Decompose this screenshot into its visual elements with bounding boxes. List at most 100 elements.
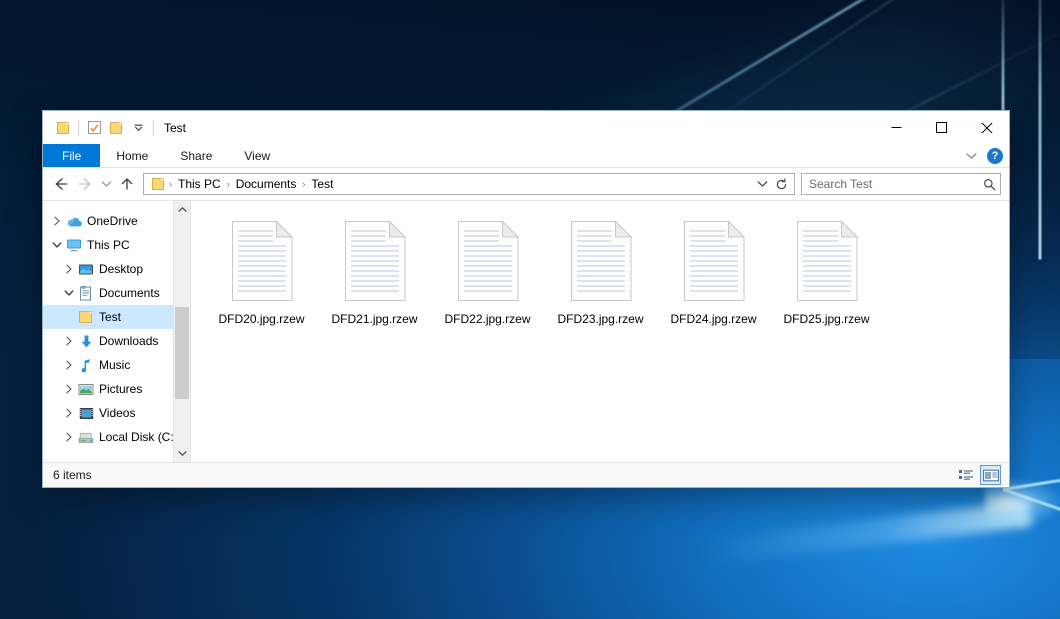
sidebar-item-label: Test [95, 310, 121, 324]
file-name: DFD22.jpg.rzew [444, 312, 530, 326]
chevron-right-icon[interactable] [61, 353, 77, 377]
desktop-icon [77, 257, 95, 281]
this-pc-monitor-icon [65, 233, 83, 257]
chevron-right-icon[interactable] [61, 377, 77, 401]
breadcrumb-item-this-pc[interactable]: This PC [173, 177, 226, 191]
window-title: Test [164, 122, 186, 134]
quick-access-toolbar: Test [43, 111, 186, 144]
sidebar-item-label: Documents [95, 286, 160, 300]
downloads-arrow-icon [77, 329, 95, 353]
chevron-right-icon[interactable] [49, 209, 65, 233]
sidebar-item-videos[interactable]: Videos [43, 401, 190, 425]
address-bar[interactable]: › This PC › Documents › Test [143, 173, 795, 195]
list-item[interactable]: DFD23.jpg.rzew [544, 215, 657, 326]
file-list-area[interactable]: DFD20.jpg.rzew [191, 201, 1009, 462]
generic-document-icon [567, 219, 635, 303]
breadcrumb-item-test[interactable]: Test [306, 177, 338, 191]
status-bar: 6 items [43, 462, 1009, 487]
generic-document-icon [793, 219, 861, 303]
tab-share[interactable]: Share [164, 144, 228, 167]
sidebar-item-music[interactable]: Music [43, 353, 190, 377]
search-placeholder: Search Test [809, 177, 979, 191]
chevron-down-icon[interactable] [61, 281, 77, 305]
sidebar-item-label: Music [95, 358, 130, 372]
tab-home[interactable]: Home [100, 144, 164, 167]
sidebar-item-label: Pictures [95, 382, 142, 396]
sidebar-item-test[interactable]: Test [43, 305, 190, 329]
folder-icon [77, 305, 95, 329]
list-item[interactable]: DFD25.jpg.rzew [770, 215, 883, 326]
expand-ribbon-chevron-icon[interactable] [966, 149, 977, 163]
details-view-button[interactable] [955, 465, 976, 485]
ribbon-tab-bar: File Home Share View ? [43, 144, 1009, 168]
generic-document-icon [454, 219, 522, 303]
search-input[interactable]: Search Test [801, 173, 1001, 195]
recent-locations-chevron-icon[interactable] [97, 171, 115, 197]
sidebar-item-label: Desktop [95, 262, 143, 276]
minimize-button[interactable] [874, 111, 919, 144]
close-button[interactable] [964, 111, 1009, 144]
sidebar-item-label: Downloads [95, 334, 158, 348]
file-name: DFD23.jpg.rzew [557, 312, 643, 326]
help-button[interactable]: ? [987, 148, 1003, 164]
back-button[interactable] [49, 171, 73, 197]
toolbar-separator [78, 121, 79, 135]
maximize-button[interactable] [919, 111, 964, 144]
sidebar-item-local-disk-c[interactable]: Local Disk (C:) [43, 425, 190, 449]
search-icon[interactable] [983, 178, 996, 191]
sidebar-item-onedrive[interactable]: OneDrive [43, 209, 190, 233]
refresh-icon[interactable] [773, 174, 790, 194]
generic-document-icon [341, 219, 409, 303]
customize-chevron-icon[interactable] [127, 117, 149, 139]
list-item[interactable]: DFD24.jpg.rzew [657, 215, 770, 326]
navigation-pane-scrollbar[interactable] [173, 201, 190, 462]
sidebar-item-label: OneDrive [83, 214, 138, 228]
breadcrumb: › This PC › Documents › Test [148, 177, 754, 191]
properties-icon[interactable] [83, 117, 105, 139]
large-icons-view-button[interactable] [980, 465, 1001, 485]
file-name: DFD25.jpg.rzew [783, 312, 869, 326]
file-explorer-window: Test File Home Share View ? [42, 110, 1010, 488]
breadcrumb-item-documents[interactable]: Documents [231, 177, 302, 191]
chevron-right-icon[interactable] [61, 401, 77, 425]
scroll-up-icon[interactable] [174, 201, 190, 218]
videos-filmstrip-icon [77, 401, 95, 425]
chevron-right-icon[interactable] [61, 329, 77, 353]
documents-icon [77, 281, 95, 305]
list-item[interactable]: DFD21.jpg.rzew [318, 215, 431, 326]
scroll-down-icon[interactable] [174, 445, 190, 462]
window-controls [874, 111, 1009, 144]
file-name: DFD20.jpg.rzew [218, 312, 304, 326]
scrollbar-thumb[interactable] [175, 307, 189, 399]
sidebar-item-this-pc[interactable]: This PC [43, 233, 190, 257]
previous-locations-chevron-icon[interactable] [754, 174, 771, 194]
onedrive-cloud-icon [65, 209, 83, 233]
tab-view[interactable]: View [228, 144, 286, 167]
title-bar[interactable]: Test [43, 111, 1009, 144]
breadcrumb-folder-icon [148, 177, 168, 191]
sidebar-item-desktop[interactable]: Desktop [43, 257, 190, 281]
toolbar-separator [153, 121, 154, 135]
list-item[interactable]: DFD20.jpg.rzew [205, 215, 318, 326]
up-button[interactable] [115, 171, 139, 197]
chevron-down-icon[interactable] [49, 233, 65, 257]
address-bar-buttons [754, 174, 792, 194]
new-folder-icon[interactable] [105, 117, 127, 139]
sidebar-item-label: Local Disk (C:) [95, 430, 178, 444]
list-item[interactable]: DFD22.jpg.rzew [431, 215, 544, 326]
sidebar-item-label: Videos [95, 406, 135, 420]
sidebar-item-documents[interactable]: Documents [43, 281, 190, 305]
chevron-right-icon[interactable] [61, 257, 77, 281]
item-count-label: 6 items [53, 468, 92, 482]
navigation-pane: OneDrive This PC [43, 201, 191, 462]
window-body: OneDrive This PC [43, 200, 1009, 462]
chevron-right-icon[interactable] [61, 425, 77, 449]
file-name: DFD24.jpg.rzew [670, 312, 756, 326]
folder-icon[interactable] [52, 117, 74, 139]
address-toolbar: › This PC › Documents › Test [43, 168, 1009, 200]
forward-button[interactable] [73, 171, 97, 197]
sidebar-item-downloads[interactable]: Downloads [43, 329, 190, 353]
pictures-icon [77, 377, 95, 401]
sidebar-item-pictures[interactable]: Pictures [43, 377, 190, 401]
tab-file[interactable]: File [43, 144, 100, 167]
